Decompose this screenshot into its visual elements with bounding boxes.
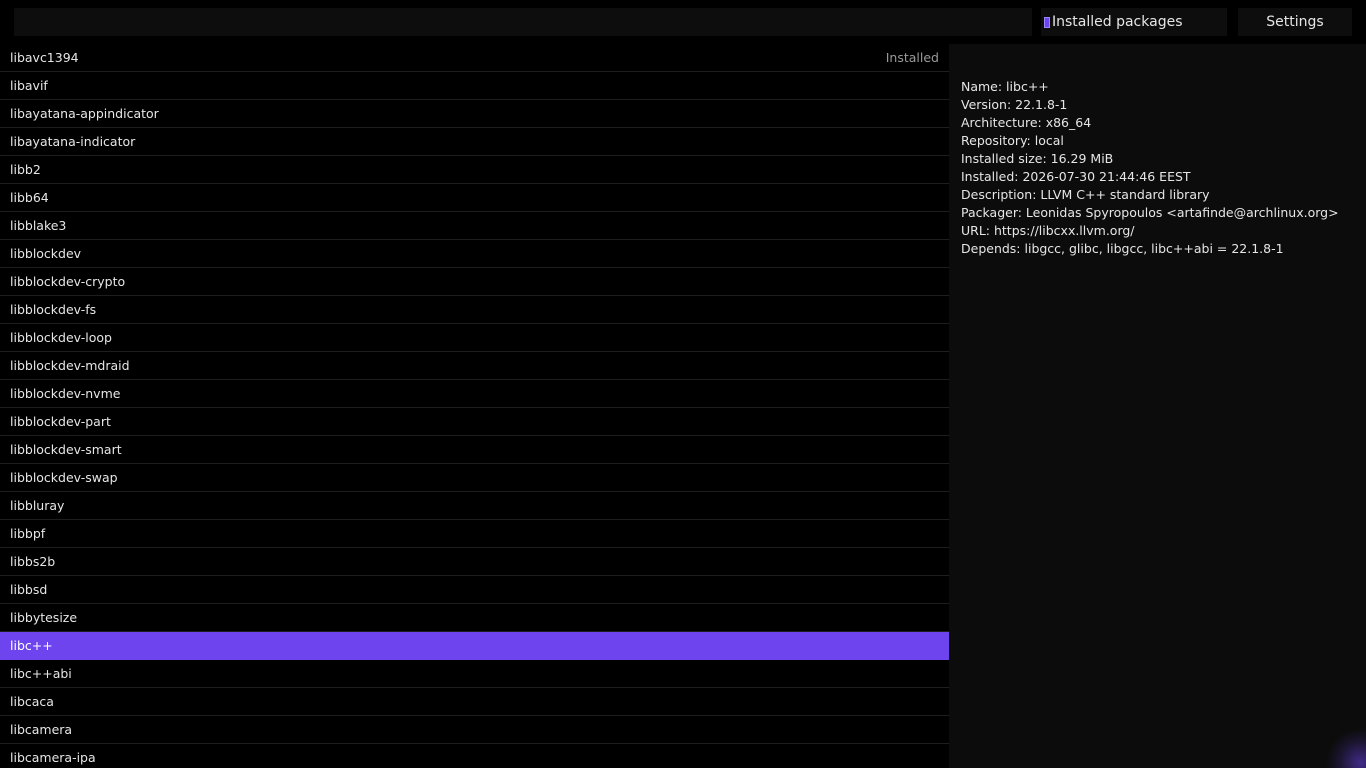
package-name: libblockdev-mdraid	[10, 358, 130, 373]
package-row[interactable]: libblockdev-swap	[0, 464, 949, 492]
package-name: libblockdev-swap	[10, 470, 118, 485]
package-name: libblockdev	[10, 246, 82, 261]
detail-url: URL: https://libcxx.llvm.org/	[961, 223, 1135, 238]
package-row[interactable]: libcaca	[0, 688, 949, 716]
package-name: libblockdev-crypto	[10, 274, 126, 289]
package-row[interactable]: libayatana-indicator	[0, 128, 949, 156]
package-row[interactable]: libb64	[0, 184, 949, 212]
search-input[interactable]	[14, 8, 1032, 36]
package-row[interactable]: libblockdev-fs	[0, 296, 949, 324]
package-name: libayatana-indicator	[10, 134, 136, 149]
detail-installed-date: Installed: 2026-07-30 21:44:46 EEST	[961, 169, 1191, 184]
package-row[interactable]: libblockdev-nvme	[0, 380, 949, 408]
package-name: libcaca	[10, 694, 54, 709]
package-name: libblockdev-part	[10, 414, 111, 429]
package-row[interactable]: libb2	[0, 156, 949, 184]
package-name: libblake3	[10, 218, 67, 233]
package-details-panel: Name: libc++ Version: 22.1.8-1 Architect…	[949, 44, 1366, 768]
package-name: libayatana-appindicator	[10, 106, 159, 121]
package-row[interactable]: libc++	[0, 632, 949, 660]
package-status: Installed	[885, 50, 939, 65]
package-list: libavc1394 Installed libavif libayatana-app…	[0, 44, 949, 768]
package-row[interactable]: libc++abi	[0, 660, 949, 688]
package-name: libbsd	[10, 582, 48, 597]
package-name: libb64	[10, 190, 49, 205]
package-row[interactable]: libblockdev-mdraid	[0, 352, 949, 380]
corner-glow-decoration	[1326, 728, 1366, 768]
package-name: libbluray	[10, 498, 65, 513]
package-row[interactable]: libbytesize	[0, 604, 949, 632]
top-toolbar: Installed packages Settings	[0, 0, 1366, 44]
package-row[interactable]: libblockdev	[0, 240, 949, 268]
package-name: libblockdev-nvme	[10, 386, 121, 401]
detail-description: Description: LLVM C++ standard library	[961, 187, 1210, 202]
package-name: libbs2b	[10, 554, 56, 569]
package-name: libblockdev-loop	[10, 330, 112, 345]
package-row[interactable]: libblockdev-crypto	[0, 268, 949, 296]
package-name: libbytesize	[10, 610, 78, 625]
package-row[interactable]: libayatana-appindicator	[0, 100, 949, 128]
package-row[interactable]: libbpf	[0, 520, 949, 548]
detail-depends: Depends: libgcc, glibc, libgcc, libc++ab…	[961, 241, 1284, 256]
package-name: libcamera-ipa	[10, 750, 96, 765]
package-row[interactable]: libblockdev-loop	[0, 324, 949, 352]
package-row[interactable]: libbsd	[0, 576, 949, 604]
package-name: libcamera	[10, 722, 73, 737]
package-row[interactable]: libblockdev-smart	[0, 436, 949, 464]
detail-architecture: Architecture: x86_64	[961, 115, 1092, 130]
detail-repository: Repository: local	[961, 133, 1064, 148]
detail-installed-size: Installed size: 16.29 MiB	[961, 151, 1114, 166]
detail-name: Name: libc++	[961, 79, 1049, 94]
detail-version: Version: 22.1.8-1	[961, 97, 1068, 112]
package-name: libavif	[10, 78, 48, 93]
package-row[interactable]: libcamera-ipa	[0, 744, 949, 768]
package-name: libc++	[10, 638, 53, 653]
package-row[interactable]: libbs2b	[0, 548, 949, 576]
package-row[interactable]: libcamera	[0, 716, 949, 744]
package-row[interactable]: libblockdev-part	[0, 408, 949, 436]
package-row[interactable]: libbluray	[0, 492, 949, 520]
package-name: libavc1394	[10, 50, 79, 65]
package-row[interactable]: libblake3	[0, 212, 949, 240]
package-name: libb2	[10, 162, 41, 177]
package-name: libbpf	[10, 526, 46, 541]
package-row[interactable]: libavif	[0, 72, 949, 100]
installed-packages-toggle[interactable]: Installed packages	[1041, 8, 1227, 36]
package-name: libblockdev-fs	[10, 302, 97, 317]
package-name: libc++abi	[10, 666, 72, 681]
settings-button[interactable]: Settings	[1238, 8, 1352, 36]
detail-packager: Packager: Leonidas Spyropoulos <artafind…	[961, 205, 1339, 220]
checkbox-indicator-icon	[1044, 16, 1050, 28]
installed-packages-label: Installed packages	[1052, 14, 1183, 30]
package-name: libblockdev-smart	[10, 442, 122, 457]
package-row[interactable]: libavc1394 Installed	[0, 44, 949, 72]
